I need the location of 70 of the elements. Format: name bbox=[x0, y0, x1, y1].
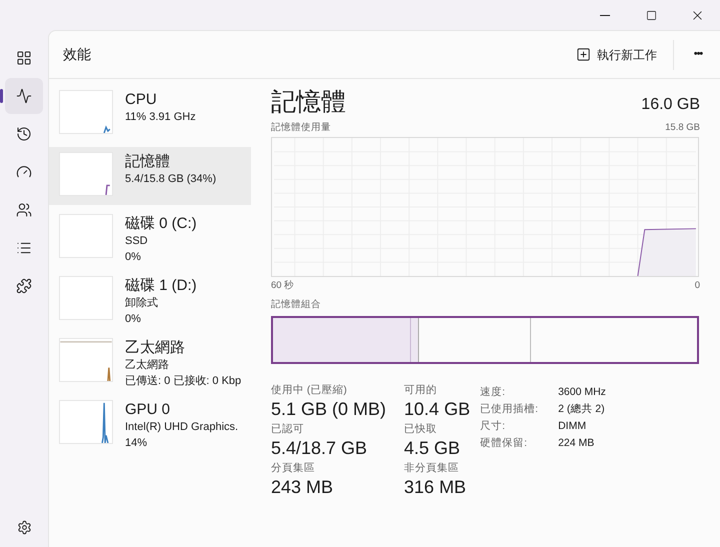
stat-value: 243 MB bbox=[271, 476, 334, 499]
gauge-icon bbox=[16, 164, 32, 180]
sparkline-drawing bbox=[59, 214, 113, 258]
property-label: 硬體保留: bbox=[480, 436, 528, 451]
stat-label: 分頁集區 bbox=[271, 462, 316, 475]
property-value: 3600 MHz bbox=[558, 384, 606, 400]
stat-value: 316 MB bbox=[404, 476, 468, 499]
device-detail: 14% bbox=[125, 436, 148, 451]
device-detail: 0% bbox=[125, 250, 142, 265]
sparkline-drawing bbox=[59, 90, 113, 134]
users-icon bbox=[16, 202, 32, 218]
stat-value: 5.4/18.7 GB bbox=[271, 436, 368, 460]
stat-label: 已快取 bbox=[404, 422, 438, 436]
device-item[interactable]: 磁碟 0 (C:) SSD 0% bbox=[49, 209, 251, 267]
device-item[interactable]: 乙太網路 乙太網路 已傳送: 0 已接收: 0 Kbp bbox=[49, 333, 251, 391]
settings-icon bbox=[16, 520, 32, 534]
stat-label: 非分頁集區 bbox=[404, 462, 460, 475]
grid-icon bbox=[16, 50, 32, 66]
more-button[interactable]: ••• bbox=[682, 38, 714, 70]
device-detail: 11% 3.91 GHz bbox=[125, 110, 196, 125]
run-task-button[interactable]: 執行新工作 bbox=[568, 38, 665, 70]
device-item[interactable]: 磁碟 1 (D:) 卸除式 0% bbox=[49, 271, 251, 329]
property-value: 2 (總共 2) bbox=[558, 402, 606, 417]
device-item[interactable]: GPU 0 Intel(R) UHD Graphics. 14% bbox=[49, 395, 251, 453]
device-name: 記憶體 bbox=[125, 152, 171, 171]
property-label: 速度: bbox=[480, 384, 506, 400]
history-icon bbox=[16, 126, 32, 142]
page-title: 效能 bbox=[63, 45, 91, 64]
stat-value: 4.5 GB bbox=[404, 436, 462, 460]
device-detail: 乙太網路 bbox=[125, 358, 170, 373]
stat-label: 可用的 bbox=[404, 384, 438, 397]
stat-label: 已認可 bbox=[271, 422, 305, 436]
chart-max-label: 15.8 GB bbox=[665, 121, 700, 135]
stat-value: 5.1 GB (0 MB) bbox=[271, 398, 386, 421]
add-window-icon bbox=[576, 47, 591, 62]
selection-indicator bbox=[0, 89, 3, 103]
device-name: CPU bbox=[125, 90, 158, 109]
device-name: 磁碟 0 (C:) bbox=[125, 214, 197, 233]
puzzle-icon bbox=[16, 278, 32, 294]
device-item[interactable]: 記憶體 5.4/15.8 GB (34%) bbox=[49, 147, 251, 205]
minimize-icon bbox=[600, 14, 610, 16]
nav-button[interactable] bbox=[5, 78, 43, 114]
time-start-label: 60 秒 bbox=[271, 279, 294, 294]
property-value: DIMM bbox=[558, 418, 588, 434]
property-label: 已使用插槽: bbox=[480, 402, 539, 417]
device-name: GPU 0 bbox=[125, 400, 172, 419]
stat-value: 10.4 GB bbox=[404, 398, 470, 421]
sparkline-drawing bbox=[59, 400, 113, 444]
device-item[interactable]: CPU 11% 3.91 GHz bbox=[49, 85, 251, 143]
device-detail: 0% bbox=[125, 312, 142, 327]
pulse-icon bbox=[16, 88, 32, 104]
detail-title: 記憶體 bbox=[271, 87, 346, 117]
device-name: 磁碟 1 (D:) bbox=[125, 276, 197, 295]
device-detail: 5.4/15.8 GB (34%) bbox=[125, 172, 216, 187]
device-detail: 卸除式 bbox=[125, 296, 159, 311]
device-detail: SSD bbox=[125, 234, 149, 249]
device-detail: 已傳送: 0 已接收: 0 Kbp bbox=[125, 374, 241, 389]
composition-label: 記憶體組合 bbox=[271, 298, 322, 312]
sparkline-drawing bbox=[59, 276, 113, 320]
property-value: 224 MB bbox=[558, 436, 596, 451]
stat-label: 使用中 (已壓縮) bbox=[271, 384, 348, 397]
maximize-icon bbox=[646, 10, 656, 20]
device-detail: Intel(R) UHD Graphics. bbox=[125, 420, 238, 435]
chart-label: 記憶體使用量 bbox=[271, 121, 331, 135]
device-name: 乙太網路 bbox=[125, 338, 186, 357]
sparkline-drawing bbox=[59, 338, 113, 382]
time-end-label: 0 bbox=[694, 279, 700, 294]
sparkline-drawing bbox=[59, 152, 113, 196]
total-memory: 16.0 GB bbox=[641, 95, 700, 115]
property-label: 尺寸: bbox=[480, 418, 506, 434]
